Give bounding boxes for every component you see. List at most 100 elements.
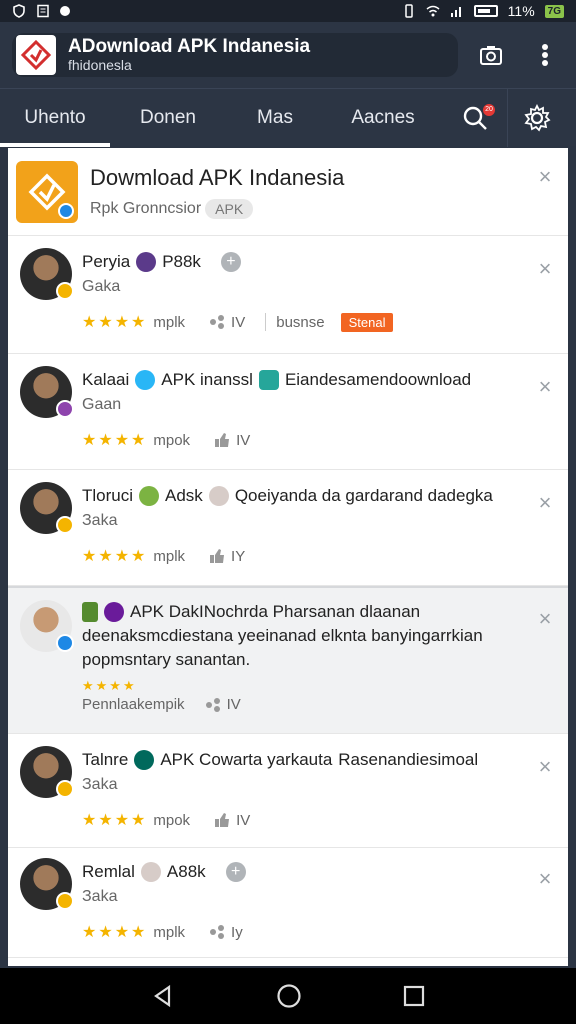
tab-mas[interactable]: Mas [226, 89, 324, 147]
avatar [20, 482, 74, 534]
search-badge: 20 [483, 103, 495, 116]
rating-label: mplk [153, 923, 186, 941]
item-name: APK DakINochrda Pharsanan dlaanan [130, 602, 421, 621]
apk-pill: APK [205, 198, 254, 219]
app-header-card[interactable]: Dowmload APK Indanesia Rpk Gronncsior AP… [8, 148, 568, 236]
header-card-title: Dowmload APK Indanesia [90, 164, 345, 190]
close-icon[interactable]: × [536, 756, 554, 778]
badge-icon [56, 892, 74, 910]
app-title-area[interactable]: ADownload APK Indanesia fhidonesla [12, 33, 458, 77]
extra-text: busnse [276, 313, 325, 331]
spiral-icon [104, 602, 124, 622]
list-item[interactable]: Tloruci Adsk Qoeiyanda da gardarand dade… [8, 470, 568, 586]
app-title: ADownload APK Indanesia [68, 35, 311, 57]
close-icon[interactable]: × [536, 492, 554, 514]
home-icon[interactable] [276, 983, 302, 1009]
meta-text: IV [231, 313, 246, 331]
rating-stars: ★★★★ [82, 812, 148, 829]
item-sub: Зaka [82, 776, 118, 793]
item-line3: popmsntary sanantan. [82, 650, 251, 669]
thumb-icon [215, 433, 230, 447]
vibrate-icon [404, 4, 413, 18]
item-sub: Gaan [82, 396, 122, 413]
profile-icon [136, 252, 157, 272]
tab-donen[interactable]: Donen [110, 89, 226, 147]
app-logo-icon [16, 35, 56, 75]
tab-bar: Uhento Donen Mas Aacnes 20 [0, 88, 576, 147]
item-title-tail2: Eiandesamendoownload [284, 370, 472, 389]
list-item[interactable]: Kalaai APK inanssl Eiandesamendoownload … [8, 354, 568, 470]
emoji-icon [82, 602, 98, 622]
battery-icon [473, 5, 498, 17]
signal-icon [450, 7, 461, 17]
item-title-tail2: Rasenandiesimoal [338, 750, 479, 769]
tab-uhento[interactable]: Uhento [0, 89, 110, 147]
info-icon [58, 202, 74, 219]
profile-icon [135, 370, 156, 390]
item-title-tail2: Qoeiyanda da gardarand dadegka [234, 486, 493, 505]
rating-label: mplk [153, 313, 186, 331]
clipboard-notification-icon [37, 4, 49, 18]
camera-icon [480, 46, 502, 65]
meta-text: IY [231, 547, 246, 565]
system-nav-bar [0, 968, 576, 1024]
avatar [20, 248, 74, 300]
item-name: Peryia [82, 252, 131, 271]
meta-text: IV [236, 431, 251, 449]
item-name: Tloruci [82, 486, 134, 505]
add-icon[interactable]: + [225, 862, 246, 882]
badge-icon [56, 634, 74, 652]
list-item-highlighted[interactable]: APK DakINochrda Pharsanan dlaanan deenak… [8, 586, 568, 734]
profile-icon [140, 862, 161, 882]
shield-notification-icon [13, 4, 25, 18]
profile-icon [208, 486, 229, 506]
close-icon[interactable]: × [536, 166, 554, 188]
rating-stars: ★★★★ [82, 924, 148, 941]
share-icon [210, 315, 225, 329]
share-icon [210, 925, 225, 939]
header-card-subtitle: Rpk Gronncsior [90, 199, 202, 217]
status-bar: 11% 7G [0, 0, 576, 22]
overflow-menu-button[interactable] [532, 42, 558, 68]
tab-aacnes[interactable]: Aacnes [324, 89, 442, 147]
gear-icon [524, 103, 551, 132]
divider [265, 313, 267, 331]
rating-stars: ★★★★ [82, 314, 148, 331]
meta-text: Iy [231, 923, 243, 941]
close-icon[interactable]: × [536, 868, 554, 890]
close-icon[interactable]: × [536, 608, 554, 630]
avatar [20, 746, 74, 798]
item-sub: Gaka [82, 278, 121, 295]
item-name: Talnre [82, 750, 129, 769]
recents-icon[interactable] [403, 985, 425, 1007]
status-right: 11% 7G [402, 3, 564, 19]
share-icon [205, 697, 220, 712]
settings-button[interactable] [508, 89, 566, 147]
thumb-icon [210, 549, 225, 563]
status-tag: Stenal [340, 312, 394, 332]
avatar [20, 600, 74, 652]
item-title-tail: A88k [166, 862, 206, 881]
rating-stars: ★★★★ [82, 548, 148, 565]
close-icon[interactable]: × [536, 258, 554, 280]
search-button[interactable]: 20 [442, 88, 508, 147]
rating-label: mpok [153, 431, 191, 449]
content-list: Dowmload APK Indanesia Rpk Gronncsior AP… [8, 148, 568, 966]
list-item[interactable]: Talnre APK Cowarta yarkauta Rasenandiesi… [8, 734, 568, 848]
network-badge: 7G [544, 4, 564, 18]
add-icon[interactable]: + [220, 252, 241, 272]
close-icon[interactable]: × [536, 376, 554, 398]
item-title-tail: APK Cowarta yarkauta [160, 750, 333, 769]
status-left [12, 4, 70, 18]
list-item[interactable]: Peryia P88k + Gaka ★★★★ mplk IV busnse S… [8, 236, 568, 354]
app-bar: ADownload APK Indanesia fhidonesla [0, 22, 576, 88]
emoji-icon [139, 486, 160, 506]
avatar [20, 366, 74, 418]
rating-label: Pennlaakempik [82, 696, 185, 713]
camera-button[interactable] [478, 42, 504, 68]
badge-icon [56, 400, 74, 418]
globe-icon [134, 750, 155, 770]
list-item[interactable]: Remlal A88k + Зaka ★★★★ mplk Iy × [8, 848, 568, 958]
wifi-icon [426, 5, 440, 17]
back-icon[interactable] [151, 984, 175, 1008]
